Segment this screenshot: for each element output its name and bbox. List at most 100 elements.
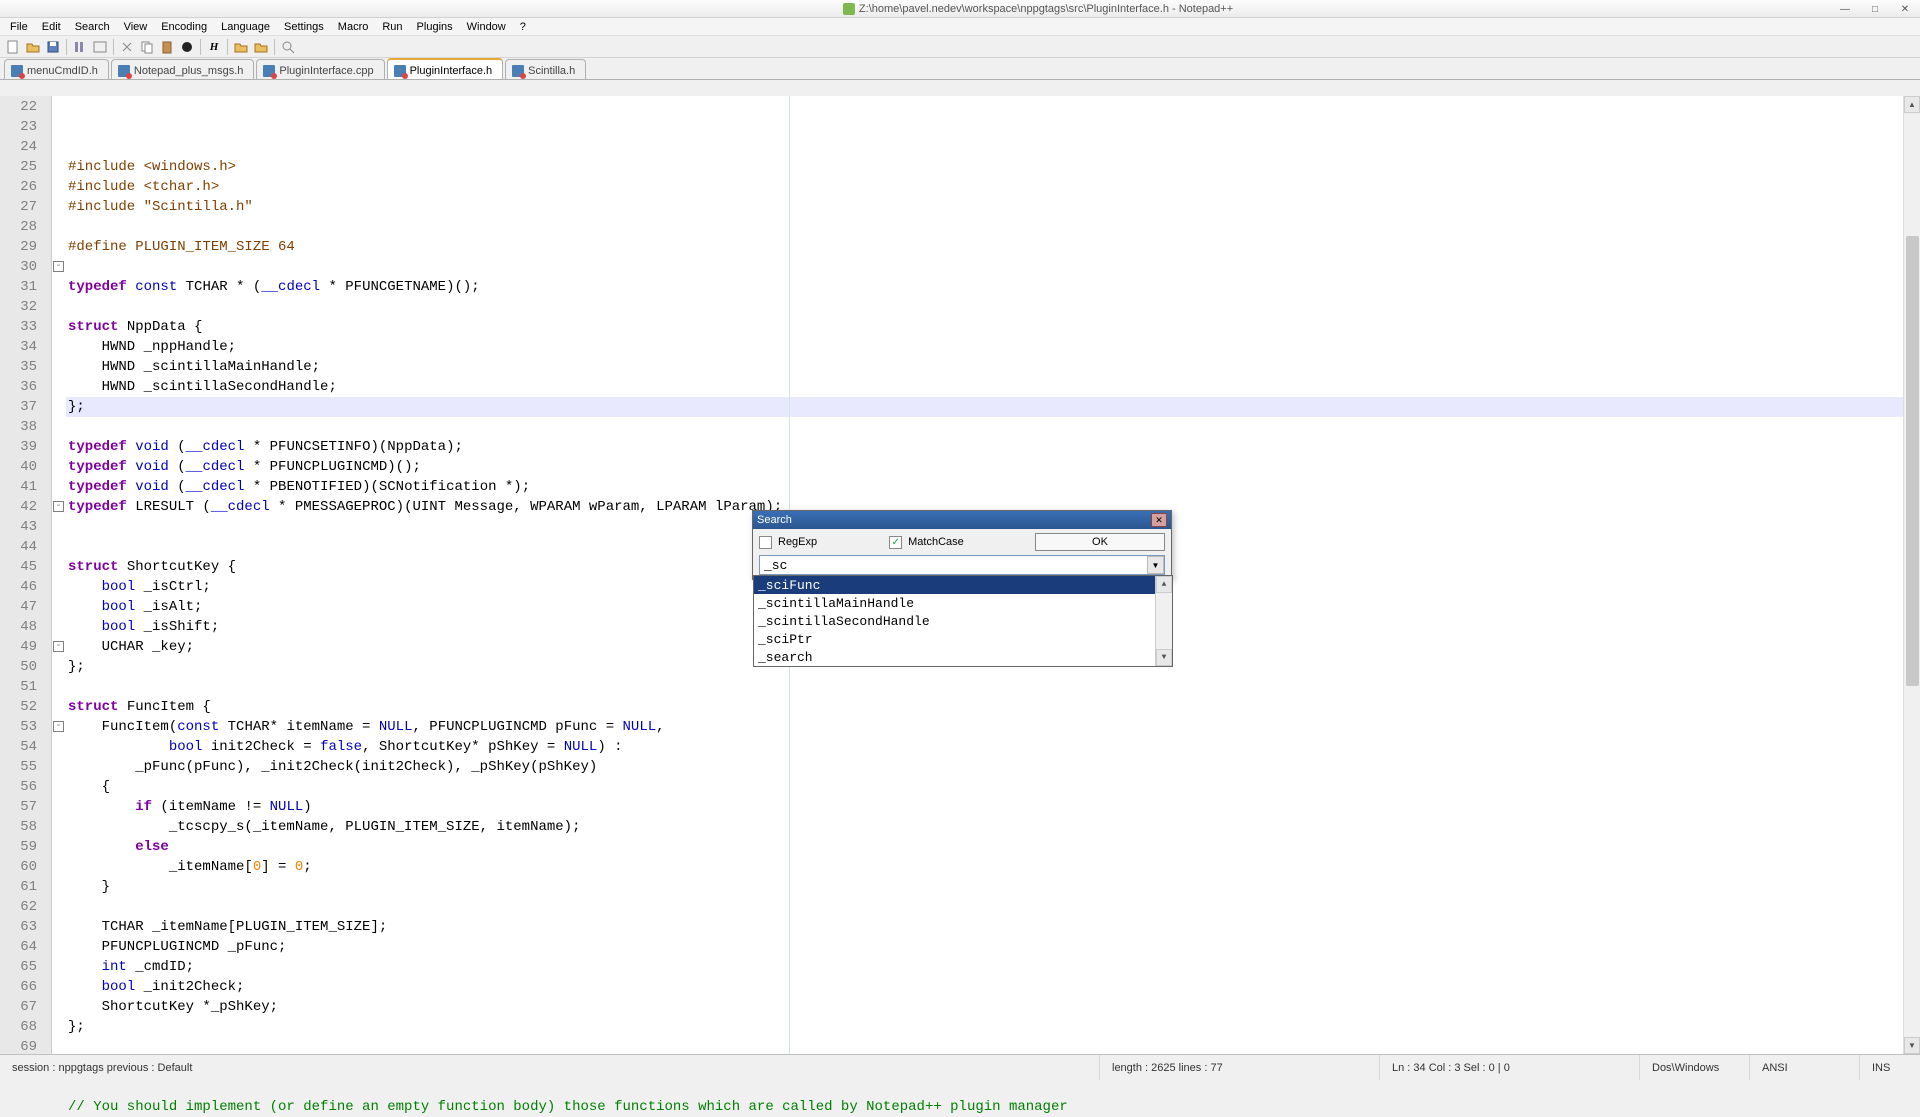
line-number: 47 (0, 597, 51, 617)
search-input[interactable] (759, 555, 1165, 575)
tab-plugininterface-h[interactable]: PluginInterface.h (387, 58, 504, 79)
code-line[interactable]: #include <tchar.h> (66, 177, 1920, 197)
code-line[interactable] (66, 897, 1920, 917)
code-line[interactable]: HWND _scintillaMainHandle; (66, 357, 1920, 377)
search-dialog-titlebar[interactable]: Search ✕ (753, 511, 1171, 529)
code-line[interactable]: bool init2Check = false, ShortcutKey* pS… (66, 737, 1920, 757)
code-line[interactable] (66, 1077, 1920, 1097)
code-line[interactable]: typedef void (__cdecl * PFUNCPLUGINCMD)(… (66, 457, 1920, 477)
matchcase-checkbox[interactable] (889, 536, 902, 549)
code-line[interactable]: struct NppData { (66, 317, 1920, 337)
code-line[interactable]: }; (66, 1017, 1920, 1037)
vertical-scrollbar[interactable]: ▲ ▼ (1903, 96, 1920, 1054)
code-line[interactable]: HWND _scintillaSecondHandle; (66, 377, 1920, 397)
code-line[interactable]: HWND _nppHandle; (66, 337, 1920, 357)
indent-guide-icon[interactable] (71, 38, 89, 56)
code-line[interactable]: typedef const TCHAR * (__cdecl * PFUNCGE… (66, 277, 1920, 297)
tab-notepad-plus-msgs-h[interactable]: Notepad_plus_msgs.h (111, 59, 254, 79)
code-line[interactable]: } (66, 877, 1920, 897)
tab-menucmdid-h[interactable]: menuCmdID.h (4, 59, 109, 79)
search-ok-button[interactable]: OK (1035, 533, 1165, 551)
cut-icon[interactable] (118, 38, 136, 56)
code-line[interactable] (66, 257, 1920, 277)
tab-plugininterface-cpp[interactable]: PluginInterface.cpp (256, 59, 384, 79)
scroll-down-icon[interactable]: ▼ (1904, 1037, 1920, 1054)
code-line[interactable]: if (itemName != NULL) (66, 797, 1920, 817)
menu-edit[interactable]: Edit (36, 20, 67, 34)
code-line[interactable]: TCHAR _itemName[PLUGIN_ITEM_SIZE]; (66, 917, 1920, 937)
line-number: 48 (0, 617, 51, 637)
code-line[interactable]: }; (66, 397, 1920, 417)
code-line[interactable]: int _cmdID; (66, 957, 1920, 977)
code-line[interactable]: { (66, 777, 1920, 797)
code-line[interactable] (66, 297, 1920, 317)
fold-toggle-icon[interactable]: - (53, 261, 64, 272)
dropdown-scrollbar[interactable]: ▲ ▼ (1155, 576, 1172, 666)
fold-toggle-icon[interactable]: - (53, 721, 64, 732)
menu-[interactable]: ? (514, 20, 532, 34)
code-line[interactable]: typedef void (__cdecl * PBENOTIFIED)(SCN… (66, 477, 1920, 497)
tab-scintilla-h[interactable]: Scintilla.h (505, 59, 586, 79)
regexp-checkbox[interactable] (759, 536, 772, 549)
scroll-thumb[interactable] (1906, 236, 1919, 686)
save-file-icon[interactable] (44, 38, 62, 56)
minimize-button[interactable]: — (1830, 0, 1860, 18)
copy-icon[interactable] (138, 38, 156, 56)
menu-file[interactable]: File (4, 20, 34, 34)
code-line[interactable]: else (66, 837, 1920, 857)
code-line[interactable]: typedef void (__cdecl * PFUNCSETINFO)(Np… (66, 437, 1920, 457)
code-line[interactable] (66, 217, 1920, 237)
autocomplete-option[interactable]: _scintillaMainHandle (754, 594, 1172, 612)
autocomplete-option[interactable]: _sciPtr (754, 630, 1172, 648)
close-button[interactable]: ✕ (1890, 0, 1920, 18)
zoom-icon[interactable] (279, 38, 297, 56)
menu-plugins[interactable]: Plugins (411, 20, 459, 34)
menu-settings[interactable]: Settings (278, 20, 330, 34)
code-line[interactable]: ShortcutKey *_pShKey; (66, 997, 1920, 1017)
menu-macro[interactable]: Macro (332, 20, 375, 34)
dropdown-scroll-down-icon[interactable]: ▼ (1156, 649, 1172, 666)
code-line[interactable] (66, 677, 1920, 697)
line-number: 35 (0, 357, 51, 377)
code-line[interactable] (66, 417, 1920, 437)
code-line[interactable]: // You should implement (or define an em… (66, 1097, 1920, 1117)
menu-window[interactable]: Window (461, 20, 512, 34)
macro-record-icon[interactable] (178, 38, 196, 56)
new-file-icon[interactable] (4, 38, 22, 56)
line-number-gutter: 2223242526272829303132333435363738394041… (0, 96, 52, 1054)
code-line[interactable]: PFUNCPLUGINCMD _pFunc; (66, 937, 1920, 957)
menu-run[interactable]: Run (376, 20, 408, 34)
code-line[interactable]: #include <windows.h> (66, 157, 1920, 177)
code-line[interactable]: struct FuncItem { (66, 697, 1920, 717)
open-file-icon[interactable] (24, 38, 42, 56)
code-line[interactable]: FuncItem(const TCHAR* itemName = NULL, P… (66, 717, 1920, 737)
dropdown-scroll-up-icon[interactable]: ▲ (1156, 576, 1172, 593)
code-line[interactable]: _tcscpy_s(_itemName, PLUGIN_ITEM_SIZE, i… (66, 817, 1920, 837)
scroll-up-icon[interactable]: ▲ (1904, 96, 1920, 113)
code-line[interactable]: _pFunc(pFunc), _init2Check(init2Check), … (66, 757, 1920, 777)
menu-language[interactable]: Language (215, 20, 276, 34)
autocomplete-option[interactable]: _scintillaSecondHandle (754, 612, 1172, 630)
fold-toggle-icon[interactable]: - (53, 501, 64, 512)
paste-icon[interactable] (158, 38, 176, 56)
code-line[interactable]: #include "Scintilla.h" (66, 197, 1920, 217)
autocomplete-option[interactable]: _search (754, 648, 1172, 666)
menu-search[interactable]: Search (69, 20, 116, 34)
search-dropdown-arrow-icon[interactable]: ▼ (1147, 556, 1164, 574)
folder-1-icon[interactable] (232, 38, 250, 56)
heading-icon[interactable]: H (205, 38, 223, 56)
word-wrap-icon[interactable] (91, 38, 109, 56)
code-line[interactable]: #define PLUGIN_ITEM_SIZE 64 (66, 237, 1920, 257)
code-line[interactable]: _itemName[0] = 0; (66, 857, 1920, 877)
menu-view[interactable]: View (118, 20, 154, 34)
tabbar: menuCmdID.hNotepad_plus_msgs.hPluginInte… (0, 58, 1920, 80)
line-number: 43 (0, 517, 51, 537)
fold-toggle-icon[interactable]: - (53, 641, 64, 652)
maximize-button[interactable]: □ (1860, 0, 1890, 18)
folder-2-icon[interactable] (252, 38, 270, 56)
autocomplete-option[interactable]: _sciFunc (754, 576, 1172, 594)
search-close-button[interactable]: ✕ (1151, 513, 1167, 527)
fold-column[interactable]: - - - - (52, 96, 66, 1054)
menu-encoding[interactable]: Encoding (155, 20, 213, 34)
code-line[interactable]: bool _init2Check; (66, 977, 1920, 997)
